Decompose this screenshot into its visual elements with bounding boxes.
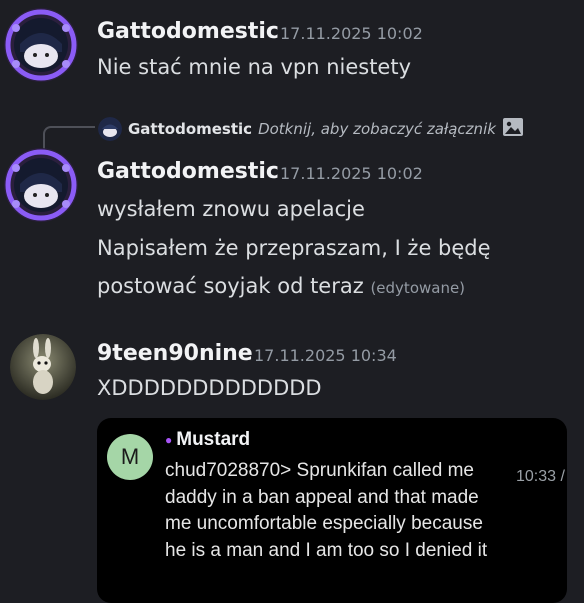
message-timestamp: 17.11.2025 10:34 [254,346,397,365]
reply-author[interactable]: Gattodomestic [128,120,252,138]
message-text: postować soyjak od teraz (edytowane) [97,274,465,298]
avatar[interactable] [4,148,78,222]
embed-author: ● Mustard [165,429,250,451]
reply-reference[interactable]: Gattodomestic Dotknij, aby zobaczyć załą… [98,116,524,142]
message-text: XDDDDDDDDDDDDD [97,376,322,400]
message-author[interactable]: Gattodomestic [97,159,279,184]
message-text: Nie stać mnie na vpn niestety [97,55,412,79]
role-dot-icon: ● [165,432,173,447]
message-text: wysłałem znowu apelacje [97,197,365,221]
message-timestamp: 17.11.2025 10:02 [280,164,423,183]
embed-time: 10:33 / [516,468,565,485]
message-text: Napisałem że przepraszam, I że będę [97,236,491,260]
embed-author-name: Mustard [176,429,251,450]
edited-label: (edytowane) [370,279,466,297]
reply-connector [43,126,95,152]
message-text-line: postować soyjak od teraz [97,274,364,298]
message-timestamp: 17.11.2025 10:02 [280,24,423,43]
embed-text: chud7028870> Sprunkifan called me daddy … [165,460,488,561]
avatar[interactable] [10,334,76,400]
embedded-message-card[interactable]: M ● Mustard chud7028870> Sprunkifan calle… [97,418,567,603]
reply-avatar [98,117,122,141]
reply-preview[interactable]: Dotknij, aby zobaczyć załącznik [258,120,496,138]
message-author[interactable]: Gattodomestic [97,19,279,44]
message-author[interactable]: 9teen90nine [97,341,253,366]
embed-avatar: M [107,434,153,480]
image-icon [502,117,524,141]
avatar[interactable] [4,8,78,82]
